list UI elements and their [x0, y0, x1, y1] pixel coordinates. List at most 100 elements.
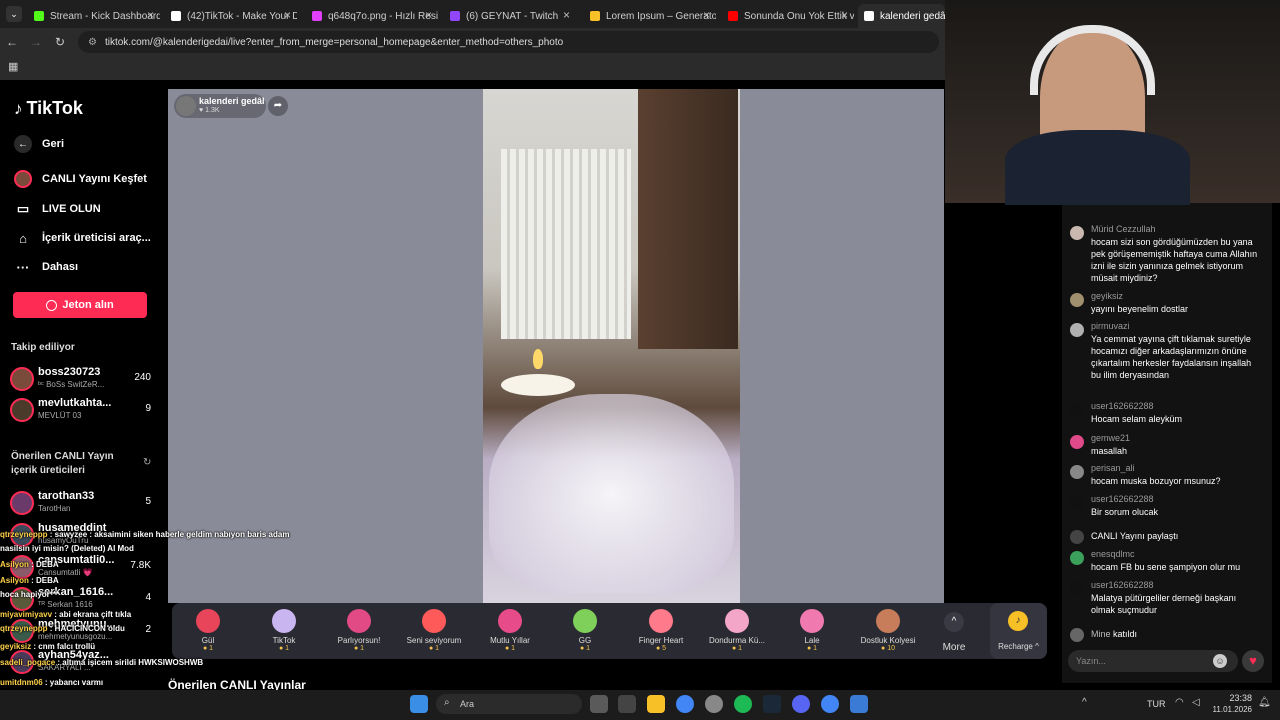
- overlay-chat-line: qtrzeyneppp : sawyzee : aksaimini siken …: [0, 530, 290, 539]
- gift-price: ● 1: [428, 645, 440, 652]
- nav-creator-tools[interactable]: ⌂ İçerik üreticisi araç...: [14, 229, 151, 247]
- notification-bell-icon[interactable]: 🔔︎: [1258, 697, 1271, 708]
- coin-icon: ♪: [1008, 611, 1028, 631]
- gift-item[interactable]: Lale ● 1: [776, 607, 848, 659]
- close-icon[interactable]: ×: [425, 8, 432, 22]
- gift-name: Mutlu Yıllar: [490, 636, 530, 645]
- nav-back[interactable]: ← Geri: [14, 135, 64, 153]
- tab-twitch[interactable]: (6) GEYNAT - Twitch ×: [444, 4, 576, 28]
- tab-kick[interactable]: Stream - Kick Dashboard ×: [28, 4, 160, 28]
- clock-time[interactable]: 23:38: [1210, 693, 1252, 703]
- chat-text: CANLI Yayını paylaştı: [1091, 531, 1179, 541]
- following-item[interactable]: mevlutkahta... MEVLÜT 03 9: [10, 395, 155, 425]
- chat-input[interactable]: Yazın... ☺: [1068, 650, 1238, 672]
- nav-go-live[interactable]: ▭ LIVE OLUN: [14, 200, 101, 218]
- tab-search-icon[interactable]: ⌄: [6, 6, 22, 22]
- overlay-text: DEBA: [36, 560, 59, 569]
- overlay-username: sadeli_pogace: [0, 658, 56, 667]
- gift-item[interactable]: GG ● 1: [549, 607, 621, 659]
- host-card[interactable]: kalenderi gedâl ♥ 1.3K: [174, 94, 266, 118]
- nav-more[interactable]: ··· Dahası: [14, 258, 79, 276]
- tab-tiktok-make[interactable]: (42)TikTok - Make Your Da ×: [165, 4, 297, 28]
- tiktok-logo[interactable]: ♪ TikTok: [14, 98, 83, 119]
- overlay-chat-line: sadeli_pogace : altıma işicem sirildi HW…: [0, 658, 204, 667]
- emoji-icon[interactable]: ☺: [1213, 654, 1227, 668]
- chat-username[interactable]: pirmuvazi: [1091, 321, 1130, 331]
- wifi-icon[interactable]: ◠: [1175, 697, 1184, 708]
- nav-live-explore[interactable]: CANLI Yayını Keşfet: [14, 170, 147, 188]
- gift-item[interactable]: Dostluk Kolyesi ● 10: [852, 607, 924, 659]
- like-heart-icon[interactable]: ♥: [1242, 650, 1264, 672]
- chat-username[interactable]: user162662288: [1091, 580, 1154, 590]
- overlay-chat-line: hoca hapiyor***: [0, 590, 59, 599]
- overlay-username: qtrzeyneppp: [0, 530, 48, 539]
- gift-price: ● 1: [731, 645, 743, 652]
- tab-label: (42)TikTok - Make Your Da: [187, 10, 297, 22]
- clock-date[interactable]: 11.01.2026: [1200, 705, 1252, 714]
- apps-grid-icon[interactable]: ▦: [8, 60, 18, 73]
- gift-item[interactable]: Seni seviyorum ● 1: [398, 607, 470, 659]
- forward-icon[interactable]: →: [24, 35, 48, 49]
- nav-label: Dahası: [42, 261, 79, 273]
- gift-item[interactable]: Dondurma Kü... ● 1: [701, 607, 773, 659]
- refresh-icon[interactable]: ↻: [143, 457, 151, 468]
- discord-icon[interactable]: [792, 695, 810, 713]
- get-coins-button[interactable]: Jeton alın: [13, 292, 147, 318]
- overlay-username: Asilyon: [0, 560, 29, 569]
- share-icon[interactable]: ➦: [268, 96, 288, 116]
- tab-youtube[interactable]: Sonunda Onu Yok Ettik ve ×: [722, 4, 854, 28]
- spotify-icon[interactable]: [734, 695, 752, 713]
- recharge-button[interactable]: ♪ Recharge ^: [990, 603, 1047, 659]
- overlay-text: DEBA: [36, 576, 59, 585]
- tab-label: Lorem Ipsum – Generator: [606, 10, 716, 22]
- chat-text: hocam muska bozuyor msunuz?: [1091, 476, 1221, 486]
- chat-username[interactable]: gemwe21: [1091, 433, 1130, 443]
- language-indicator[interactable]: TUR: [1147, 699, 1166, 709]
- site-info-icon[interactable]: ⚙: [88, 37, 97, 48]
- taskbar-search[interactable]: ⌕ Ara: [436, 694, 582, 714]
- chevron-up-icon[interactable]: ^: [944, 612, 964, 632]
- gift-more-button[interactable]: More: [935, 642, 973, 653]
- kick-icon: [34, 11, 44, 21]
- url-input[interactable]: ⚙ tiktok.com/@kalenderigedai/live?enter_…: [78, 31, 939, 53]
- steam-icon[interactable]: [763, 695, 781, 713]
- chat-text: Hocam selam aleyküm: [1091, 414, 1183, 424]
- chrome-icon[interactable]: [676, 695, 694, 713]
- chat-username[interactable]: user162662288: [1091, 494, 1154, 504]
- chrome-icon[interactable]: [821, 695, 839, 713]
- tab-lorem[interactable]: Lorem Ipsum – Generator ×: [584, 4, 716, 28]
- gift-price: ● 1: [806, 645, 818, 652]
- chat-text: hocam sizi son gördüğümüzden bu yana pek…: [1091, 237, 1258, 283]
- suggested-item[interactable]: tarothan33 TarotHan 5: [10, 488, 155, 518]
- tab-tiktok-live[interactable]: kalenderi gedâl (@: [858, 4, 945, 28]
- close-icon[interactable]: ×: [703, 8, 710, 22]
- file-explorer-icon[interactable]: [647, 695, 665, 713]
- close-icon[interactable]: ×: [284, 8, 291, 22]
- follow-name: tarothan33: [38, 490, 95, 502]
- gift-price-value: 1: [813, 645, 818, 652]
- reload-icon[interactable]: ↻: [48, 35, 72, 49]
- live-video[interactable]: [483, 89, 740, 603]
- chat-username[interactable]: perisan_ali: [1091, 463, 1135, 473]
- close-icon[interactable]: ×: [841, 8, 848, 22]
- back-icon[interactable]: ←: [0, 35, 24, 49]
- chat-username[interactable]: enesqdlmc: [1091, 549, 1135, 559]
- close-icon[interactable]: ×: [147, 8, 154, 22]
- obs-icon[interactable]: [705, 695, 723, 713]
- host-likes: ♥ 1.3K: [199, 107, 220, 114]
- following-item[interactable]: boss230723 ᵇᶜ BoSs SwitZeR... 240: [10, 364, 155, 394]
- task-view-icon[interactable]: [590, 695, 608, 713]
- close-icon[interactable]: ×: [563, 8, 570, 22]
- gift-item[interactable]: Finger Heart ● 5: [625, 607, 697, 659]
- tab-image[interactable]: q648q7o.png - Hızlı Resim ×: [306, 4, 438, 28]
- chat-username[interactable]: user162662288: [1091, 401, 1154, 411]
- volume-icon[interactable]: ◁: [1192, 697, 1200, 708]
- notepad-icon[interactable]: [850, 695, 868, 713]
- tray-chevron-icon[interactable]: ^: [1082, 697, 1087, 708]
- start-icon[interactable]: [410, 695, 428, 713]
- chat-username[interactable]: Mürid Cezzullah: [1091, 224, 1156, 234]
- gift-name: Dondurma Kü...: [708, 636, 766, 645]
- store-icon[interactable]: [618, 695, 636, 713]
- chat-username[interactable]: geyiksiz: [1091, 291, 1123, 301]
- gift-item[interactable]: Mutlu Yıllar ● 1: [474, 607, 546, 659]
